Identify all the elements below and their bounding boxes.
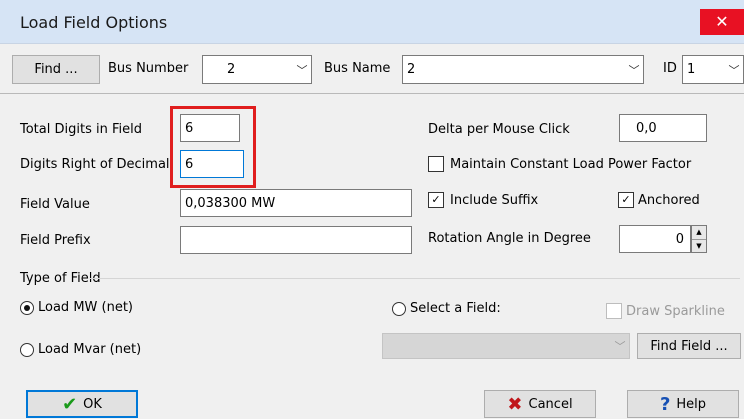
maintain-pf-label: Maintain Constant Load Power Factor xyxy=(450,156,692,172)
id-combo[interactable]: 1 ﹀ xyxy=(682,55,744,84)
include-suffix-label: Include Suffix xyxy=(450,192,539,208)
find-field-button[interactable]: Find Field ... xyxy=(637,333,741,359)
field-select-combo[interactable]: ﹀ xyxy=(382,333,630,359)
chevron-down-icon: ﹀ xyxy=(728,63,740,77)
rotation-input[interactable]: 0 xyxy=(619,225,691,253)
ok-button[interactable]: ✔ OK xyxy=(26,390,138,418)
cancel-button[interactable]: ✖ Cancel xyxy=(484,390,596,418)
window-title: Load Field Options xyxy=(20,13,168,32)
delta-label: Delta per Mouse Click xyxy=(428,122,570,137)
ok-label: OK xyxy=(83,396,102,412)
x-icon: ✖ xyxy=(507,393,523,415)
load-mw-radio[interactable]: Load MW (net) xyxy=(20,300,133,315)
type-of-field-legend: Type of Field xyxy=(20,271,101,286)
question-icon: ? xyxy=(659,393,671,415)
field-value-label: Field Value xyxy=(20,197,90,212)
id-value: 1 xyxy=(687,62,696,77)
chevron-down-icon: ﹀ xyxy=(296,63,308,77)
id-label: ID xyxy=(663,61,677,76)
checkbox-icon xyxy=(428,156,444,172)
total-digits-label: Total Digits in Field xyxy=(20,122,142,137)
spin-down-icon[interactable]: ▼ xyxy=(692,240,706,253)
select-field-radio[interactable]: Select a Field: xyxy=(392,301,501,316)
find-button[interactable]: Find ... xyxy=(12,55,100,84)
group-divider xyxy=(90,278,740,279)
rotation-spinner[interactable]: ▲ ▼ xyxy=(691,225,707,253)
maintain-pf-checkbox[interactable]: Maintain Constant Load Power Factor xyxy=(428,156,691,172)
radio-icon xyxy=(20,342,34,357)
draw-sparkline-label: Draw Sparkline xyxy=(626,303,725,319)
include-suffix-checkbox[interactable]: ✓ Include Suffix xyxy=(428,192,538,208)
load-mvar-radio[interactable]: Load Mvar (net) xyxy=(20,342,141,357)
load-mvar-label: Load Mvar (net) xyxy=(38,342,142,357)
field-prefix-label: Field Prefix xyxy=(20,233,91,248)
draw-sparkline-checkbox[interactable]: Draw Sparkline xyxy=(606,303,725,319)
select-field-label: Select a Field: xyxy=(410,301,501,316)
chevron-down-icon: ﹀ xyxy=(628,63,640,77)
check-icon: ✓ xyxy=(428,192,444,208)
bus-name-value: 2 xyxy=(407,62,416,77)
bus-number-label: Bus Number xyxy=(108,61,189,76)
highlight-box xyxy=(170,106,256,188)
bus-number-combo[interactable]: 2 ﹀ xyxy=(202,55,312,84)
digits-right-label: Digits Right of Decimal xyxy=(20,157,170,172)
spin-up-icon[interactable]: ▲ xyxy=(692,226,706,240)
field-value-input[interactable]: 0,038300 MW xyxy=(180,189,412,217)
anchored-label: Anchored xyxy=(638,192,700,208)
load-mw-label: Load MW (net) xyxy=(38,300,133,315)
chevron-down-icon: ﹀ xyxy=(614,340,626,353)
checkmark-icon: ✔ xyxy=(62,393,78,415)
bus-number-value: 2 xyxy=(227,62,236,77)
radio-icon xyxy=(392,301,406,316)
bus-name-combo[interactable]: 2 ﹀ xyxy=(402,55,644,84)
close-button[interactable]: ✕ xyxy=(700,9,744,35)
rotation-label: Rotation Angle in Degree xyxy=(428,231,591,246)
anchored-checkbox[interactable]: ✓ Anchored xyxy=(618,192,700,208)
checkbox-icon xyxy=(606,303,622,319)
bus-name-label: Bus Name xyxy=(324,61,391,76)
radio-selected-icon xyxy=(20,300,34,315)
help-button[interactable]: ? Help xyxy=(627,390,739,418)
check-icon: ✓ xyxy=(618,192,634,208)
cancel-label: Cancel xyxy=(528,396,573,412)
field-prefix-input[interactable] xyxy=(180,226,412,254)
delta-input[interactable]: 0,0 xyxy=(619,114,707,142)
help-label: Help xyxy=(676,396,707,412)
